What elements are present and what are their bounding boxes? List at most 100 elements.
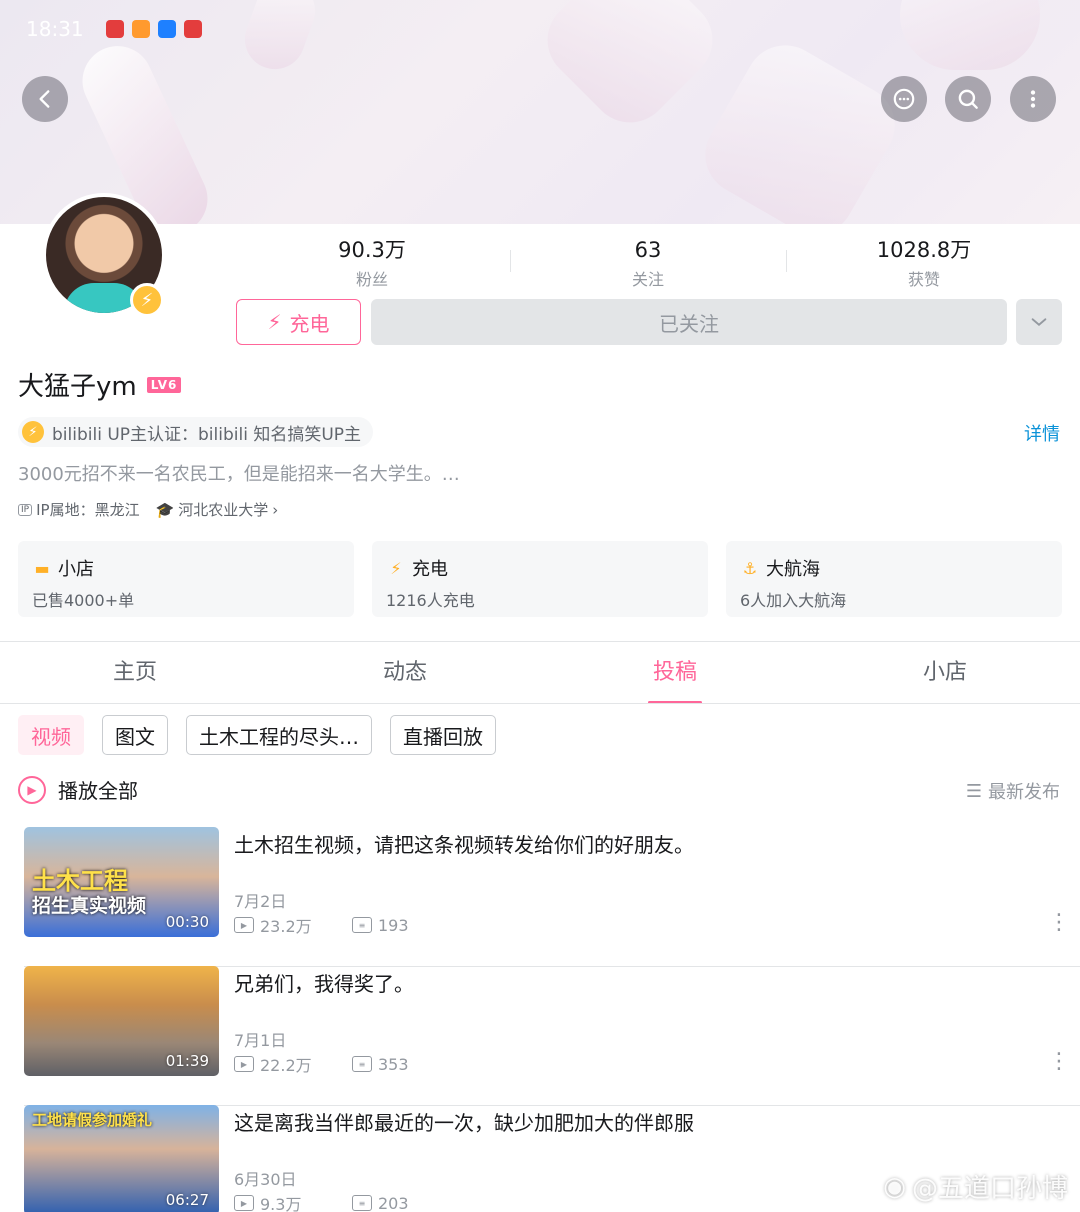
play-all-label: 播放全部 (58, 779, 138, 803)
comment-count: ≡ 193 (352, 913, 470, 937)
back-button[interactable] (22, 76, 68, 122)
thumbnail-caption: 招生真实视频 (32, 895, 147, 917)
sort-button[interactable]: ☰ 最新发布 (966, 778, 1060, 804)
certification-badge: ⚡ bilibili UP主认证：bilibili 知名搞笑UP主 (18, 417, 374, 447)
bolt-icon: ⚡ (390, 558, 402, 578)
card-title-text: 充电 (412, 559, 448, 580)
anchor-icon: ⚓ (742, 558, 758, 578)
feature-cards: ▬ 小店 已售4000+单 ⚡ 充电 1216人充电 ⚓ 大航海 6人加入大航海 (18, 541, 1062, 617)
user-name: 大猛子ym (18, 372, 137, 402)
stat-following[interactable]: 63 关注 (510, 236, 786, 290)
tab-shop[interactable]: 小店 (810, 642, 1080, 704)
ip-icon: IP (18, 503, 33, 516)
play-count-icon: ▶ (234, 1056, 254, 1072)
filter-video[interactable]: 视频 (18, 715, 84, 755)
video-thumbnail[interactable]: 土木工程 招生真实视频 00:30 (24, 827, 219, 937)
stat-number: 1028.8万 (876, 238, 972, 262)
filter-article[interactable]: 图文 (102, 715, 168, 755)
video-date: 7月1日 (234, 1031, 287, 1050)
search-button[interactable] (945, 76, 991, 122)
card-guard[interactable]: ⚓ 大航海 6人加入大航海 (726, 541, 1062, 617)
comment-count: ≡ 203 (352, 1191, 470, 1212)
search-icon (958, 89, 978, 109)
verified-bolt-icon: ⚡ (130, 283, 164, 317)
video-title[interactable]: 兄弟们，我得奖了。 (234, 968, 414, 997)
video-title[interactable]: 土木招生视频，请把这条视频转发给你们的好朋友。 (234, 829, 694, 858)
banner-decoration (690, 30, 910, 224)
follow-label: 已关注 (659, 311, 719, 336)
play-count-icon: ▶ (234, 917, 254, 933)
chat-bubble-icon (893, 88, 915, 110)
charge-button[interactable]: ⚡ 充电 (236, 299, 361, 345)
comment-count-text: 353 (378, 1054, 409, 1074)
user-signature[interactable]: 3000元招不来一名农民工，但是能招来一名大学生。… (18, 460, 460, 486)
card-title: ⚡ 充电 (386, 555, 694, 581)
view-count-text: 23.2万 (260, 917, 312, 936)
video-duration: 06:27 (165, 1191, 209, 1209)
tab-home[interactable]: 主页 (0, 642, 270, 704)
level-badge: LV6 (146, 376, 182, 393)
play-icon: ▶ (18, 775, 46, 804)
chevron-down-icon (1031, 318, 1047, 326)
app-notification-icon (157, 20, 176, 38)
view-count: ▶ 9.3万 (234, 1191, 352, 1212)
profile-tabs: 主页 动态 投稿 小店 (0, 642, 1080, 704)
ip-location-text: IP属地：黑龙江 (36, 501, 140, 519)
comment-count: ≡ 353 (352, 1052, 470, 1076)
content-filters: 视频 图文 土木工程的尽头… 直播回放 (18, 715, 496, 755)
stat-fans[interactable]: 90.3万 粉丝 (234, 236, 510, 290)
danmaku-icon: ≡ (352, 1056, 372, 1072)
card-subtitle: 1216人充电 (386, 591, 475, 610)
view-count: ▶ 23.2万 (234, 913, 352, 937)
stat-likes[interactable]: 1028.8万 获赞 (786, 236, 1062, 290)
video-item[interactable]: 土木工程 招生真实视频 00:30 土木招生视频，请把这条视频转发给你们的好朋友… (0, 827, 1080, 967)
filter-live-replay[interactable]: 直播回放 (390, 715, 496, 755)
video-more-button[interactable]: ⋮ (1048, 1051, 1070, 1073)
video-duration: 01:39 (165, 1052, 209, 1070)
bolt-icon: ⚡ (267, 310, 282, 334)
list-icon: ☰ (965, 780, 982, 802)
stat-number: 90.3万 (338, 238, 406, 262)
video-thumbnail[interactable]: 01:39 (24, 966, 219, 1076)
ip-location: IP IP属地：黑龙江 (18, 499, 140, 520)
detail-link[interactable]: 详情 (1024, 420, 1060, 446)
video-thumbnail[interactable]: 工地请假参加婚礼 06:27 (24, 1105, 219, 1212)
message-button[interactable] (881, 76, 927, 122)
more-vertical-icon (1030, 90, 1036, 108)
video-item[interactable]: 01:39 兄弟们，我得奖了。 7月1日 ▶ 22.2万 ≡ 353 ⋮ (0, 966, 1080, 1106)
follow-dropdown-button[interactable] (1016, 299, 1062, 345)
status-time: 18:31 (26, 17, 84, 41)
video-date: 6月30日 (234, 1170, 297, 1189)
sort-label: 最新发布 (988, 782, 1060, 803)
divider (0, 703, 1080, 704)
card-title-text: 小店 (58, 559, 94, 580)
card-subtitle: 6人加入大航海 (740, 591, 847, 610)
app-notification-icon (131, 20, 150, 38)
view-count: ▶ 22.2万 (234, 1052, 352, 1076)
weibo-icon: ◉ (883, 1171, 906, 1202)
school-link[interactable]: 🎓 河北农业大学 › (156, 499, 279, 520)
tab-uploads[interactable]: 投稿 (540, 642, 810, 704)
video-stats: ▶ 22.2万 ≡ 353 (234, 1052, 470, 1076)
video-duration: 00:30 (165, 913, 209, 931)
play-all-button[interactable]: ▶ 播放全部 (18, 775, 138, 804)
play-count-icon: ▶ (234, 1195, 254, 1211)
video-date: 7月2日 (234, 892, 287, 911)
more-options-button[interactable] (1010, 76, 1056, 122)
video-title[interactable]: 这是离我当伴郎最近的一次，缺少加肥加大的伴郎服 (234, 1107, 694, 1136)
charge-label: 充电 (289, 311, 330, 336)
stat-label: 关注 (631, 270, 664, 289)
card-title: ▬ 小店 (32, 555, 340, 581)
video-more-button[interactable]: ⋮ (1048, 912, 1070, 934)
tab-dynamics[interactable]: 动态 (270, 642, 540, 704)
card-shop[interactable]: ▬ 小店 已售4000+单 (18, 541, 354, 617)
filter-collection[interactable]: 土木工程的尽头… (186, 715, 372, 755)
status-app-icons (105, 20, 202, 38)
card-title: ⚓ 大航海 (740, 555, 1048, 581)
comment-count-text: 203 (378, 1193, 409, 1212)
card-charge[interactable]: ⚡ 充电 1216人充电 (372, 541, 708, 617)
view-count-text: 22.2万 (260, 1056, 312, 1075)
follow-button[interactable]: 已关注 (371, 299, 1007, 345)
stat-number: 63 (634, 238, 662, 262)
video-stats: ▶ 9.3万 ≡ 203 (234, 1191, 470, 1212)
